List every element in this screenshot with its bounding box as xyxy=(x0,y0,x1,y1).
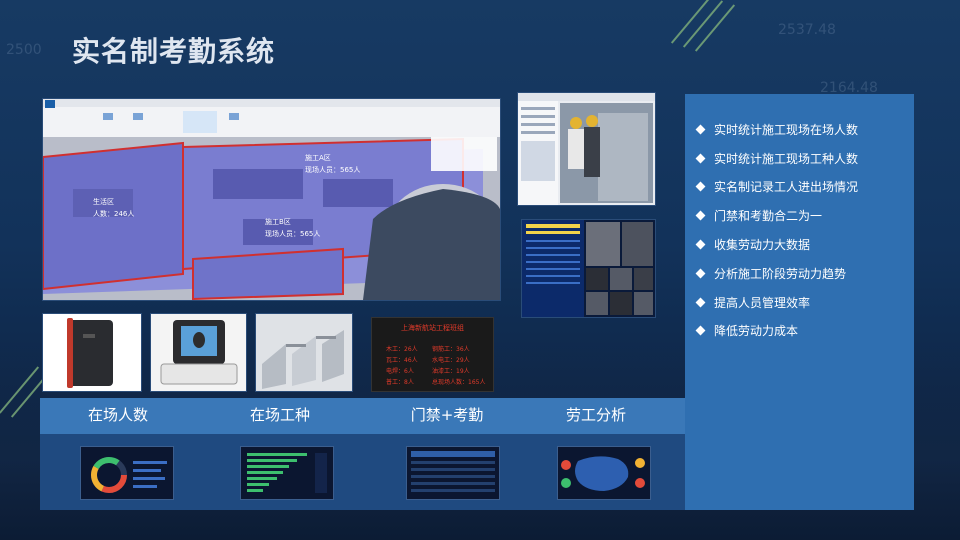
zone-a-count: 现场人员：565人 xyxy=(305,166,361,174)
bg-number: 2500 xyxy=(6,42,42,58)
card-reader-image xyxy=(42,313,142,392)
diamond-bullet-icon xyxy=(695,210,706,221)
card-reader-illustration xyxy=(67,318,113,388)
face-terminal-image xyxy=(150,313,247,392)
diamond-bullet-icon xyxy=(695,153,706,164)
thumbnail-onsite-trade xyxy=(240,446,334,500)
category-access-attendance: 门禁+考勤 xyxy=(410,406,484,424)
led-row: 油漆工：19人 xyxy=(432,368,470,375)
led-board-title: 上海新航站工程班组 xyxy=(401,324,464,332)
feature-item: 提高人员管理效率 xyxy=(695,294,811,311)
bar-list-illustration xyxy=(247,453,327,493)
table-dashboard-illustration xyxy=(411,451,495,492)
attendance-monitor-screenshot xyxy=(521,219,656,318)
thumbnail-onsite-count xyxy=(80,446,174,500)
diamond-bullet-icon xyxy=(695,239,706,250)
category-labor-analysis: 劳工分析 xyxy=(565,406,626,424)
feature-item: 分析施工阶段劳动力趋势 xyxy=(695,265,847,282)
led-row: 普工：8人 xyxy=(386,379,414,386)
camera-illustration xyxy=(518,93,655,205)
feature-item: 实时统计施工现场在场人数 xyxy=(695,121,859,138)
turnstile-illustration xyxy=(262,330,344,389)
led-row: 水电工：29人 xyxy=(432,357,470,364)
led-row: 电焊：6人 xyxy=(386,368,414,375)
zone-c-label: 施工B区 xyxy=(265,218,291,226)
feature-text: 收集劳动力大数据 xyxy=(714,238,811,252)
led-row: 钢筋工：36人 xyxy=(432,346,470,353)
category-onsite-count: 在场人数 xyxy=(87,406,148,424)
zone-c-count: 现场人员：565人 xyxy=(265,230,321,238)
zone-a-label: 施工A区 xyxy=(305,154,331,162)
feature-text: 实时统计施工现场工种人数 xyxy=(714,152,859,166)
turnstile-gate-image xyxy=(255,313,353,392)
diamond-bullet-icon xyxy=(695,124,706,135)
feature-text: 门禁和考勤合二为一 xyxy=(714,209,823,223)
camera-software-screenshot xyxy=(517,92,656,206)
zone-b-count: 人数：246人 xyxy=(93,210,135,218)
feature-item: 实时统计施工现场工种人数 xyxy=(695,150,859,167)
map-dashboard-illustration xyxy=(561,456,645,491)
diamond-bullet-icon xyxy=(695,268,706,279)
feature-item: 收集劳动力大数据 xyxy=(695,236,811,253)
feature-item: 实名制记录工人进出场情况 xyxy=(695,178,859,195)
feature-item: 降低劳动力成本 xyxy=(695,322,799,339)
led-row: 瓦工：46人 xyxy=(386,357,418,364)
feature-text: 分析施工阶段劳动力趋势 xyxy=(714,267,847,281)
thumbnail-labor-analysis xyxy=(557,446,651,500)
thumbnail-access-attendance xyxy=(406,446,500,500)
page-title: 实名制考勤系统 xyxy=(72,35,276,68)
led-board: 上海新航站工程班组 木工：26人 瓦工：46人 电焊：6人 普工：8人 钢筋工：… xyxy=(371,317,494,392)
feature-text: 提高人员管理效率 xyxy=(714,296,811,310)
diamond-bullet-icon xyxy=(695,297,706,308)
feature-text: 实时统计施工现场在场人数 xyxy=(714,123,859,137)
feature-text: 实名制记录工人进出场情况 xyxy=(714,180,859,194)
feature-item: 门禁和考勤合二为一 xyxy=(695,207,823,224)
site-map-screenshot: 施工A区 现场人员：565人 生活区 人数：246人 施工B区 现场人员：565… xyxy=(42,98,501,301)
diamond-bullet-icon xyxy=(695,325,706,336)
bg-number: 2537.48 xyxy=(778,22,836,38)
category-onsite-trade: 在场工种 xyxy=(249,406,310,424)
donut-dashboard-illustration xyxy=(91,457,167,493)
face-terminal-illustration xyxy=(160,320,238,385)
feature-text: 降低劳动力成本 xyxy=(714,324,799,338)
zone-b-label: 生活区 xyxy=(93,198,114,206)
diamond-bullet-icon xyxy=(695,181,706,192)
monitor-illustration xyxy=(522,220,653,317)
led-row: 木工：26人 xyxy=(386,346,418,353)
led-row: 总现场人数：165人 xyxy=(432,379,486,386)
